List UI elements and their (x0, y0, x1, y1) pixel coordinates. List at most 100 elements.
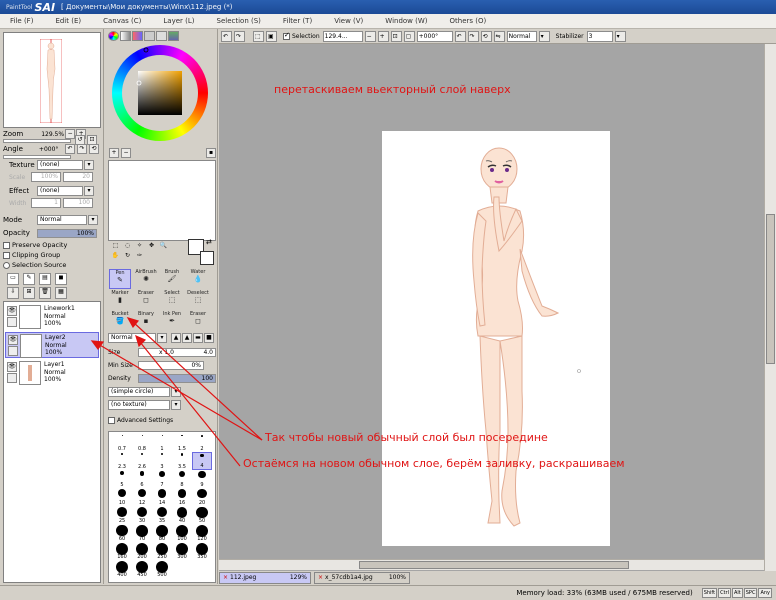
new-folder-icon[interactable]: ▤ (39, 273, 51, 285)
menu-item[interactable]: Filter (T) (273, 17, 324, 25)
layer-lock-icon[interactable] (7, 373, 17, 383)
horizontal-scrollbar[interactable] (219, 559, 764, 570)
zoom-out-tb-icon[interactable]: − (364, 30, 376, 42)
brush-size-cell[interactable]: 60 (112, 524, 132, 542)
brush-size-cell[interactable]: 0.8 (132, 434, 152, 452)
color-wheel[interactable] (108, 43, 216, 143)
brush-shape-round-icon[interactable]: ▲ (171, 333, 181, 343)
visibility-eye-icon[interactable]: 👁 (7, 362, 17, 372)
redo-icon[interactable]: ↷ (234, 30, 245, 42)
menu-item[interactable]: Others (O) (440, 17, 499, 25)
layer-mask-icon[interactable]: ◼ (55, 273, 67, 285)
move-icon[interactable]: ✥ (146, 242, 157, 252)
min-size-slider[interactable]: 0% (138, 360, 204, 370)
brush-shape-soft-icon[interactable]: ▲ (182, 333, 192, 343)
brush-size-cell[interactable]: 160 (112, 542, 132, 560)
scratchpad-tab-icon[interactable] (168, 31, 179, 41)
brush-size-cell[interactable]: 20 (192, 488, 212, 506)
zoom-reset-tb-icon[interactable]: ▢ (403, 30, 415, 42)
brush-size-cell[interactable]: 2.6 (132, 452, 152, 470)
brush-size-cell[interactable]: 30 (132, 506, 152, 524)
brush-size-cell[interactable]: 100 (172, 524, 192, 542)
vertical-scroll-thumb[interactable] (766, 214, 775, 364)
document-tab[interactable]: × 112.jpeg 129% (219, 572, 311, 584)
brush-size-cell[interactable]: 25 (112, 506, 132, 524)
hand-icon[interactable]: ✋ (110, 252, 121, 262)
option-row[interactable]: Selection Source (3, 260, 101, 270)
magic-wand-icon[interactable]: ✧ (134, 242, 145, 252)
option-checkbox[interactable] (3, 241, 10, 249)
visibility-eye-icon[interactable]: 👁 (8, 335, 18, 345)
zoom-tool-icon[interactable]: 🔍 (158, 242, 169, 252)
deselect-icon[interactable]: ⬚ (253, 30, 264, 42)
brush-texture-select[interactable]: (no texture) (108, 400, 170, 410)
tool-binary[interactable]: Binary ▪ (135, 311, 157, 331)
secondary-color-swatch[interactable] (200, 251, 214, 265)
brush-size-cell[interactable]: 0.7 (112, 434, 132, 452)
swatch-menu-icon[interactable]: ▪ (206, 148, 216, 158)
brush-size-cell[interactable]: 12 (132, 488, 152, 506)
visibility-eye-icon[interactable]: 👁 (7, 306, 17, 316)
horizontal-scroll-thumb[interactable] (359, 561, 629, 569)
layer-lock-icon[interactable] (7, 317, 17, 327)
brush-size-cell[interactable]: 300 (172, 542, 192, 560)
opacity-slider[interactable]: 100% (37, 228, 97, 238)
density-slider[interactable]: 100 (138, 373, 216, 383)
eyedropper-icon[interactable]: ✑ (134, 252, 145, 262)
advanced-settings-checkbox[interactable] (108, 416, 115, 424)
delete-layer-icon[interactable]: 🗑 (39, 287, 51, 299)
effect-select[interactable]: (none) (37, 186, 83, 196)
brush-size-cell[interactable]: 4 (192, 452, 212, 470)
brush-size-cell[interactable]: 7 (152, 470, 172, 488)
tool-water[interactable]: Water 💧 (187, 269, 209, 289)
menu-item[interactable]: Selection (S) (207, 17, 273, 25)
new-layer-icon[interactable]: ▭ (7, 273, 19, 285)
transfer-down-icon[interactable]: ⇩ (7, 287, 19, 299)
brush-size-cell[interactable]: 8 (172, 470, 192, 488)
angle-slider[interactable] (3, 155, 71, 159)
brush-texture-dropdown-icon[interactable]: ▾ (171, 400, 181, 410)
brush-size-cell[interactable]: 2.3 (112, 452, 132, 470)
rotate-tool-icon[interactable]: ↻ (122, 252, 133, 262)
size-slider[interactable]: x 1.0 4.0 (138, 347, 216, 357)
brush-size-cell[interactable]: 200 (132, 542, 152, 560)
menu-item[interactable]: Canvas (C) (93, 17, 153, 25)
drawing-canvas[interactable] (382, 131, 610, 546)
rect-select-icon[interactable]: ⬚ (110, 242, 121, 252)
swatches-tab-icon[interactable] (156, 31, 167, 41)
texture-dropdown-icon[interactable]: ▾ (84, 160, 94, 170)
menu-item[interactable]: Edit (E) (45, 17, 93, 25)
brush-size-cell[interactable]: 40 (172, 506, 192, 524)
brush-size-cell[interactable]: 5 (112, 470, 132, 488)
rotate-right-tb-icon[interactable]: ↷ (467, 30, 479, 42)
selection-checkbox[interactable]: ✓ (283, 31, 290, 40)
menu-item[interactable]: Window (W) (375, 17, 439, 25)
tool-deselect[interactable]: Deselect ⬚ (187, 290, 209, 310)
swatch-remove-icon[interactable]: − (121, 148, 131, 158)
layer-lock-icon[interactable] (8, 346, 18, 356)
brush-shape-flat-icon[interactable]: ▬ (193, 333, 203, 343)
stabilizer-dropdown-icon[interactable]: ▾ (614, 30, 626, 42)
hsv-slider-tab-icon[interactable] (132, 31, 143, 41)
brush-size-cell[interactable]: 35 (152, 506, 172, 524)
blend-mode-dropdown-icon[interactable]: ▾ (88, 215, 98, 225)
brush-size-cell[interactable]: 50 (192, 506, 212, 524)
menu-item[interactable]: Layer (L) (153, 17, 206, 25)
zoom-fit-tb-icon[interactable]: ⊡ (390, 30, 402, 42)
brush-size-cell[interactable]: 14 (152, 488, 172, 506)
tool-pen[interactable]: Pen ✎ (109, 269, 131, 289)
brush-size-cell[interactable]: 9 (192, 470, 212, 488)
menu-item[interactable]: View (V) (324, 17, 375, 25)
rotate-right-button[interactable]: ↷ (77, 144, 87, 154)
merge-down-icon[interactable]: ⊞ (23, 287, 35, 299)
blend-mode-select[interactable]: Normal (37, 215, 87, 225)
tool-select[interactable]: Select ⬚ (161, 290, 183, 310)
rotate-left-tb-icon[interactable]: ↶ (454, 30, 466, 42)
brush-size-cell[interactable]: 10 (112, 488, 132, 506)
option-row[interactable]: Clipping Group (3, 250, 101, 260)
effect-width-value[interactable]: 1 (31, 198, 61, 208)
navigator-preview[interactable] (3, 32, 101, 128)
menu-item[interactable]: File (F) (0, 17, 45, 25)
zoom-slider[interactable] (3, 139, 71, 143)
brush-size-cell[interactable]: 16 (172, 488, 192, 506)
